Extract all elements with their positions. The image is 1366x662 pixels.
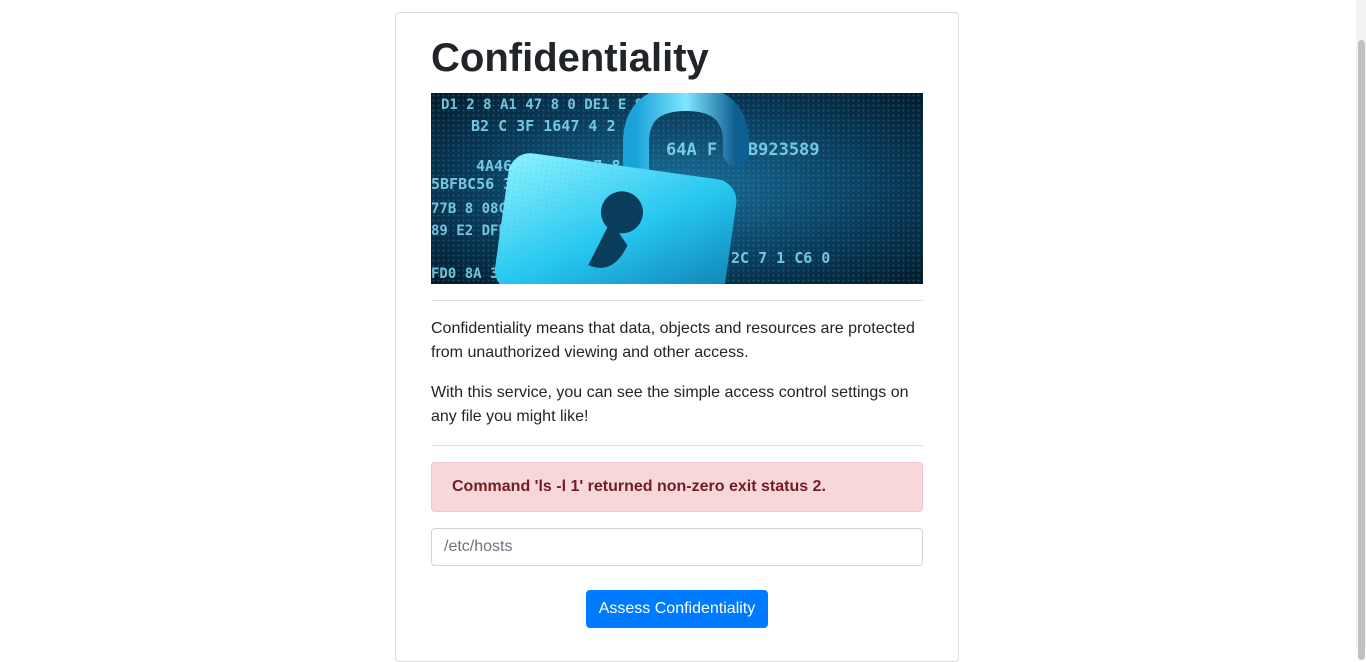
divider: [431, 445, 923, 446]
hex-row: B2 C 3F 1647 4 2: [471, 117, 616, 135]
padlock-image: D1 2 8 A1 47 8 0 DE1 E 92B5 B2 C 3F 1647…: [431, 93, 923, 284]
page-title: Confidentiality: [431, 36, 709, 80]
assess-confidentiality-button[interactable]: Assess Confidentiality: [586, 590, 768, 628]
file-path-input[interactable]: [431, 528, 923, 566]
service-paragraph: With this service, you can see the simpl…: [431, 384, 909, 425]
hero-image: D1 2 8 A1 47 8 0 DE1 E 92B5 B2 C 3F 1647…: [431, 93, 923, 284]
page-scrollbar[interactable]: [1356, 0, 1366, 660]
divider: [431, 300, 923, 301]
main-card: Confidentiality D1 2 8 A1 47 8 0 DE1 E 9…: [395, 12, 959, 662]
description-paragraph: Confidentiality means that data, objects…: [431, 320, 915, 361]
hex-row: 2C 7 1 C6 0: [731, 249, 830, 267]
error-alert: Command 'ls -l 1' returned non-zero exit…: [431, 462, 923, 512]
scrollbar-thumb[interactable]: [1358, 40, 1365, 660]
